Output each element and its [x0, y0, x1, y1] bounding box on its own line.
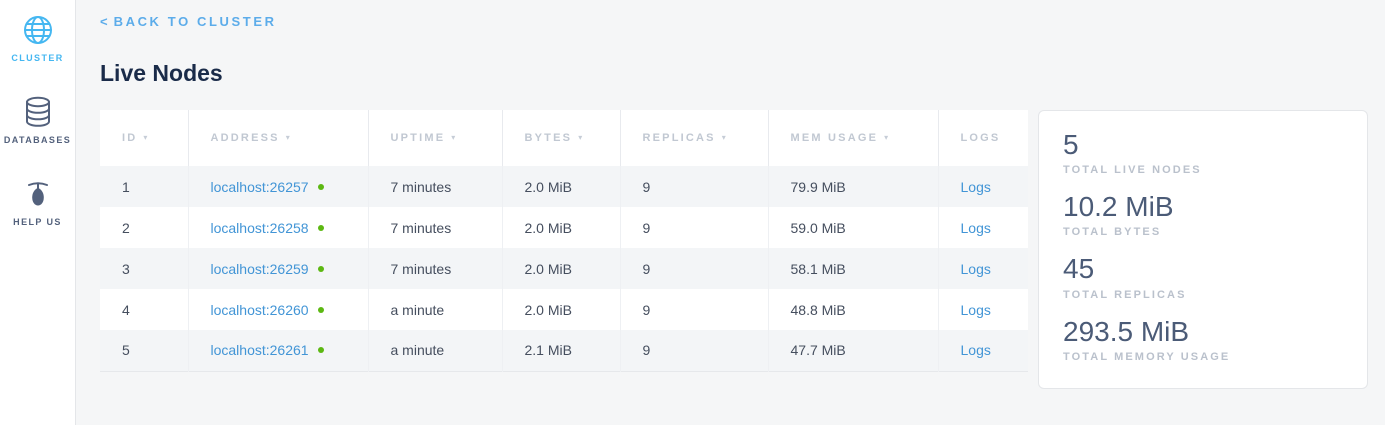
table-row: 3 localhost:26259 7 minutes 2.0 MiB 9 58… — [100, 248, 1028, 289]
sidebar-item-help-us[interactable]: HELP US — [13, 178, 62, 227]
id-cell: 1 — [100, 166, 188, 207]
node-live-icon — [318, 266, 324, 272]
globe-icon — [23, 14, 53, 46]
bytes-cell: 2.1 MiB — [502, 330, 620, 371]
address-cell: localhost:26261 — [188, 330, 368, 371]
mem-usage-cell: 58.1 MiB — [768, 248, 938, 289]
sort-arrow-icon: ▾ — [722, 133, 728, 142]
sort-arrow-icon: ▾ — [143, 133, 149, 142]
sort-arrow-icon: ▾ — [578, 133, 584, 142]
logs-link[interactable]: Logs — [961, 261, 991, 277]
column-header-id[interactable]: ID▾ — [100, 110, 188, 166]
id-cell: 5 — [100, 330, 188, 371]
logs-link[interactable]: Logs — [961, 342, 991, 358]
databases-icon — [24, 96, 52, 128]
bytes-cell: 2.0 MiB — [502, 207, 620, 248]
uptime-cell: 7 minutes — [368, 248, 502, 289]
summary-total-bytes: 10.2 MiB TOTAL BYTES — [1063, 191, 1343, 238]
id-cell: 2 — [100, 207, 188, 248]
table-header-row: ID▾ ADDRESS▾ UPTIME▾ BYTES▾ REPLICAS▾ ME… — [100, 110, 1028, 166]
column-header-replicas[interactable]: REPLICAS▾ — [620, 110, 768, 166]
summary-total-live-nodes: 5 TOTAL LIVE NODES — [1063, 129, 1343, 176]
logs-cell: Logs — [938, 289, 1028, 330]
uptime-cell: a minute — [368, 330, 502, 371]
table-row: 4 localhost:26260 a minute 2.0 MiB 9 48.… — [100, 289, 1028, 330]
back-link-label: BACK TO CLUSTER — [114, 14, 277, 29]
bytes-cell: 2.0 MiB — [502, 248, 620, 289]
replicas-cell: 9 — [620, 330, 768, 371]
uptime-cell: 7 minutes — [368, 166, 502, 207]
summary-total-memory-usage: 293.5 MiB TOTAL MEMORY USAGE — [1063, 316, 1343, 363]
summary-total-replicas: 45 TOTAL REPLICAS — [1063, 253, 1343, 300]
bytes-cell: 2.0 MiB — [502, 289, 620, 330]
id-cell: 3 — [100, 248, 188, 289]
replicas-cell: 9 — [620, 289, 768, 330]
node-live-icon — [318, 225, 324, 231]
mem-usage-cell: 48.8 MiB — [768, 289, 938, 330]
column-header-mem-usage[interactable]: MEM USAGE▾ — [768, 110, 938, 166]
column-header-bytes[interactable]: BYTES▾ — [502, 110, 620, 166]
summary-value: 10.2 MiB — [1063, 191, 1343, 223]
summary-label: TOTAL REPLICAS — [1063, 289, 1343, 301]
sidebar-item-label: CLUSTER — [11, 53, 63, 63]
replicas-cell: 9 — [620, 248, 768, 289]
mem-usage-cell: 59.0 MiB — [768, 207, 938, 248]
cluster-summary-card: 5 TOTAL LIVE NODES 10.2 MiB TOTAL BYTES … — [1038, 110, 1368, 389]
address-link[interactable]: localhost:26257 — [211, 179, 309, 195]
column-header-address[interactable]: ADDRESS▾ — [188, 110, 368, 166]
back-to-cluster-link[interactable]: < BACK TO CLUSTER — [100, 14, 277, 29]
address-link[interactable]: localhost:26259 — [211, 261, 309, 277]
chevron-left-icon: < — [100, 14, 108, 29]
id-cell: 4 — [100, 289, 188, 330]
logs-link[interactable]: Logs — [961, 220, 991, 236]
address-link[interactable]: localhost:26258 — [211, 220, 309, 236]
bug-icon — [26, 178, 50, 210]
node-live-icon — [318, 307, 324, 313]
summary-label: TOTAL LIVE NODES — [1063, 164, 1343, 176]
page-title: Live Nodes — [100, 60, 1385, 87]
sidebar-item-label: DATABASES — [4, 135, 71, 145]
uptime-cell: 7 minutes — [368, 207, 502, 248]
address-cell: localhost:26260 — [188, 289, 368, 330]
table-row: 2 localhost:26258 7 minutes 2.0 MiB 9 59… — [100, 207, 1028, 248]
uptime-cell: a minute — [368, 289, 502, 330]
summary-value: 45 — [1063, 253, 1343, 285]
replicas-cell: 9 — [620, 207, 768, 248]
address-cell: localhost:26258 — [188, 207, 368, 248]
summary-value: 293.5 MiB — [1063, 316, 1343, 348]
logs-link[interactable]: Logs — [961, 179, 991, 195]
sort-arrow-icon: ▾ — [286, 133, 292, 142]
live-nodes-table: ID▾ ADDRESS▾ UPTIME▾ BYTES▾ REPLICAS▾ ME… — [100, 110, 1028, 372]
mem-usage-cell: 47.7 MiB — [768, 330, 938, 371]
address-cell: localhost:26257 — [188, 166, 368, 207]
column-header-logs: LOGS — [938, 110, 1028, 166]
table-row: 5 localhost:26261 a minute 2.1 MiB 9 47.… — [100, 330, 1028, 371]
address-link[interactable]: localhost:26260 — [211, 302, 309, 318]
table-row: 1 localhost:26257 7 minutes 2.0 MiB 9 79… — [100, 166, 1028, 207]
address-link[interactable]: localhost:26261 — [211, 342, 309, 358]
logs-cell: Logs — [938, 330, 1028, 371]
logs-cell: Logs — [938, 207, 1028, 248]
node-live-icon — [318, 347, 324, 353]
node-live-icon — [318, 184, 324, 190]
summary-label: TOTAL BYTES — [1063, 226, 1343, 238]
sidebar-item-databases[interactable]: DATABASES — [4, 96, 71, 145]
sidebar-item-label: HELP US — [13, 217, 62, 227]
address-cell: localhost:26259 — [188, 248, 368, 289]
replicas-cell: 9 — [620, 166, 768, 207]
sort-arrow-icon: ▾ — [451, 133, 457, 142]
sidebar: CLUSTER DATABASES HELP US — [0, 0, 76, 425]
bytes-cell: 2.0 MiB — [502, 166, 620, 207]
logs-cell: Logs — [938, 248, 1028, 289]
logs-cell: Logs — [938, 166, 1028, 207]
sidebar-item-cluster[interactable]: CLUSTER — [11, 14, 63, 63]
logs-link[interactable]: Logs — [961, 302, 991, 318]
main-content: < BACK TO CLUSTER Live Nodes ID▾ ADDRESS▾… — [76, 0, 1385, 425]
sort-arrow-icon: ▾ — [884, 133, 890, 142]
summary-label: TOTAL MEMORY USAGE — [1063, 351, 1343, 363]
summary-value: 5 — [1063, 129, 1343, 161]
mem-usage-cell: 79.9 MiB — [768, 166, 938, 207]
column-header-uptime[interactable]: UPTIME▾ — [368, 110, 502, 166]
